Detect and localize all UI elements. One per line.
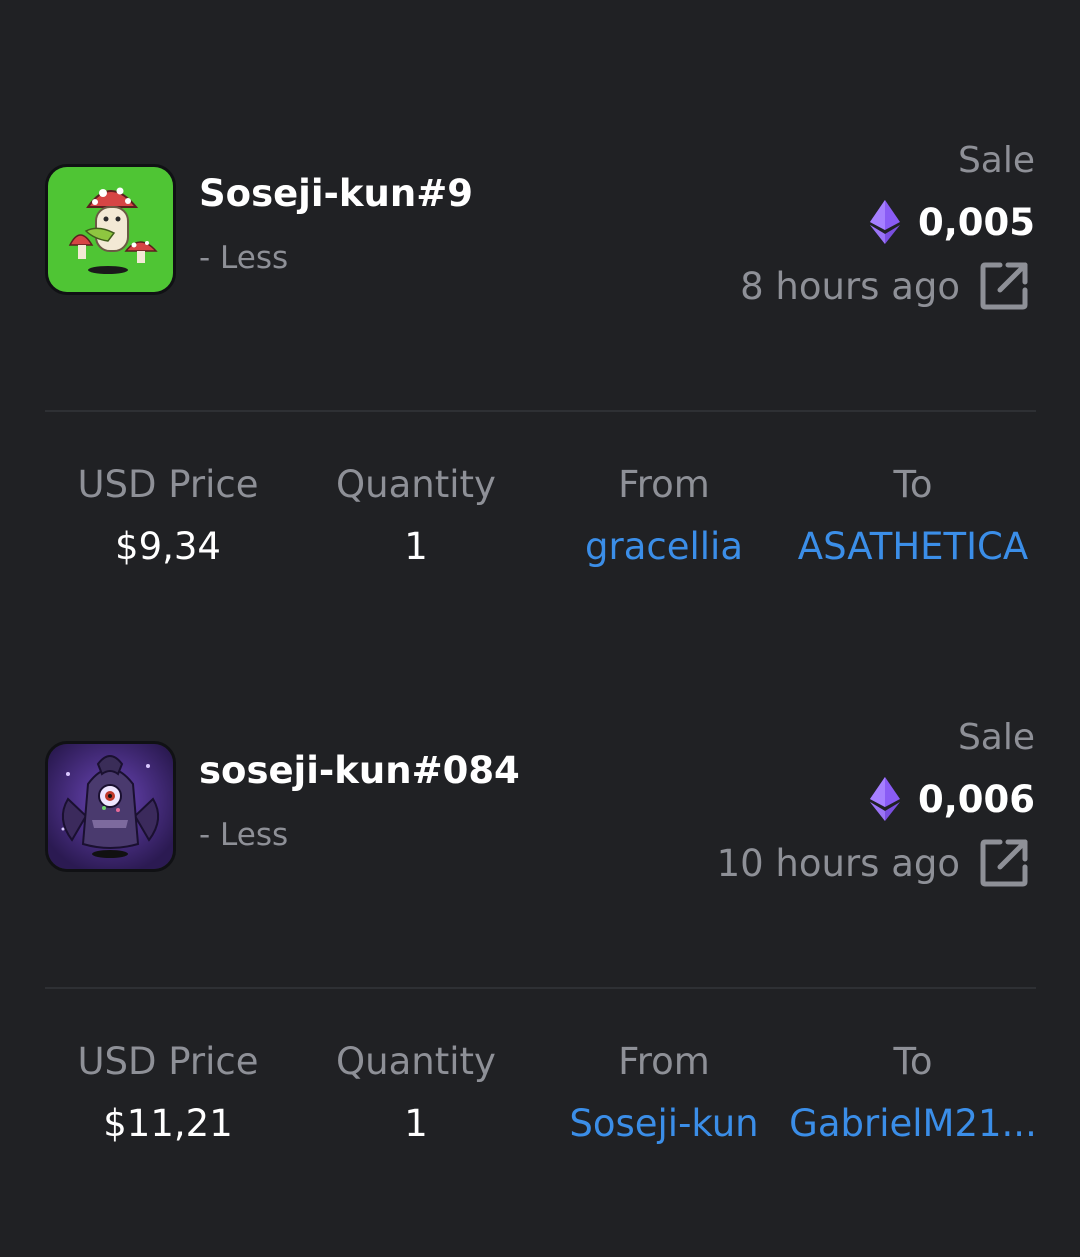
less-toggle[interactable]: - Less <box>199 240 288 276</box>
to-label: To <box>893 463 933 506</box>
quantity-column: Quantity 1 <box>291 1037 541 1149</box>
from-label: From <box>618 463 710 506</box>
from-link[interactable]: Soseji-kun <box>539 1099 789 1149</box>
event-type-label: Sale <box>957 140 1035 181</box>
sales-activity-list: Soseji-kun#9 - Less Sale 0,005 8 hours a… <box>0 0 1080 1257</box>
ethereum-icon <box>869 777 900 821</box>
from-label: From <box>618 1040 710 1083</box>
quantity-label: Quantity <box>336 1040 496 1083</box>
external-link-icon[interactable] <box>978 260 1030 312</box>
from-column: From gracellia <box>539 460 789 572</box>
usd-price-column: USD Price $9,34 <box>43 460 293 572</box>
to-link[interactable]: ASATHETICA <box>788 522 1038 572</box>
divider <box>45 987 1036 989</box>
usd-price-column: USD Price $11,21 <box>43 1037 293 1149</box>
nft-thumbnail[interactable] <box>45 164 176 295</box>
time-ago: 8 hours ago <box>740 264 960 308</box>
to-column: To ASATHETICA <box>788 460 1038 572</box>
quantity-value: 1 <box>404 525 428 568</box>
nft-thumbnail-image <box>48 744 173 869</box>
quantity-column: Quantity 1 <box>291 460 541 572</box>
eth-price: 0,006 <box>869 777 1035 821</box>
usd-price-label: USD Price <box>77 1040 259 1083</box>
eth-price-value: 0,006 <box>917 777 1035 821</box>
to-column: To GabrielM21... <box>788 1037 1038 1149</box>
timestamp-row: 10 hours ago <box>717 837 1030 889</box>
external-link-icon[interactable] <box>978 837 1030 889</box>
quantity-label: Quantity <box>336 463 496 506</box>
ethereum-icon <box>869 200 900 244</box>
event-type-label: Sale <box>957 717 1035 758</box>
usd-price-label: USD Price <box>77 463 259 506</box>
to-label: To <box>893 1040 933 1083</box>
nft-name[interactable]: Soseji-kun#9 <box>199 172 473 215</box>
time-ago: 10 hours ago <box>716 841 960 885</box>
less-toggle[interactable]: - Less <box>199 817 288 853</box>
timestamp-row: 8 hours ago <box>740 260 1030 312</box>
nft-thumbnail-image <box>48 167 173 292</box>
from-link[interactable]: gracellia <box>539 522 789 572</box>
to-link[interactable]: GabrielM21... <box>788 1099 1038 1149</box>
from-column: From Soseji-kun <box>539 1037 789 1149</box>
nft-name[interactable]: soseji-kun#084 <box>199 749 520 792</box>
divider <box>45 410 1036 412</box>
eth-price-value: 0,005 <box>917 200 1035 244</box>
usd-price-value: $11,21 <box>103 1102 233 1145</box>
quantity-value: 1 <box>404 1102 428 1145</box>
nft-thumbnail[interactable] <box>45 741 176 872</box>
eth-price: 0,005 <box>869 200 1035 244</box>
usd-price-value: $9,34 <box>115 525 221 568</box>
